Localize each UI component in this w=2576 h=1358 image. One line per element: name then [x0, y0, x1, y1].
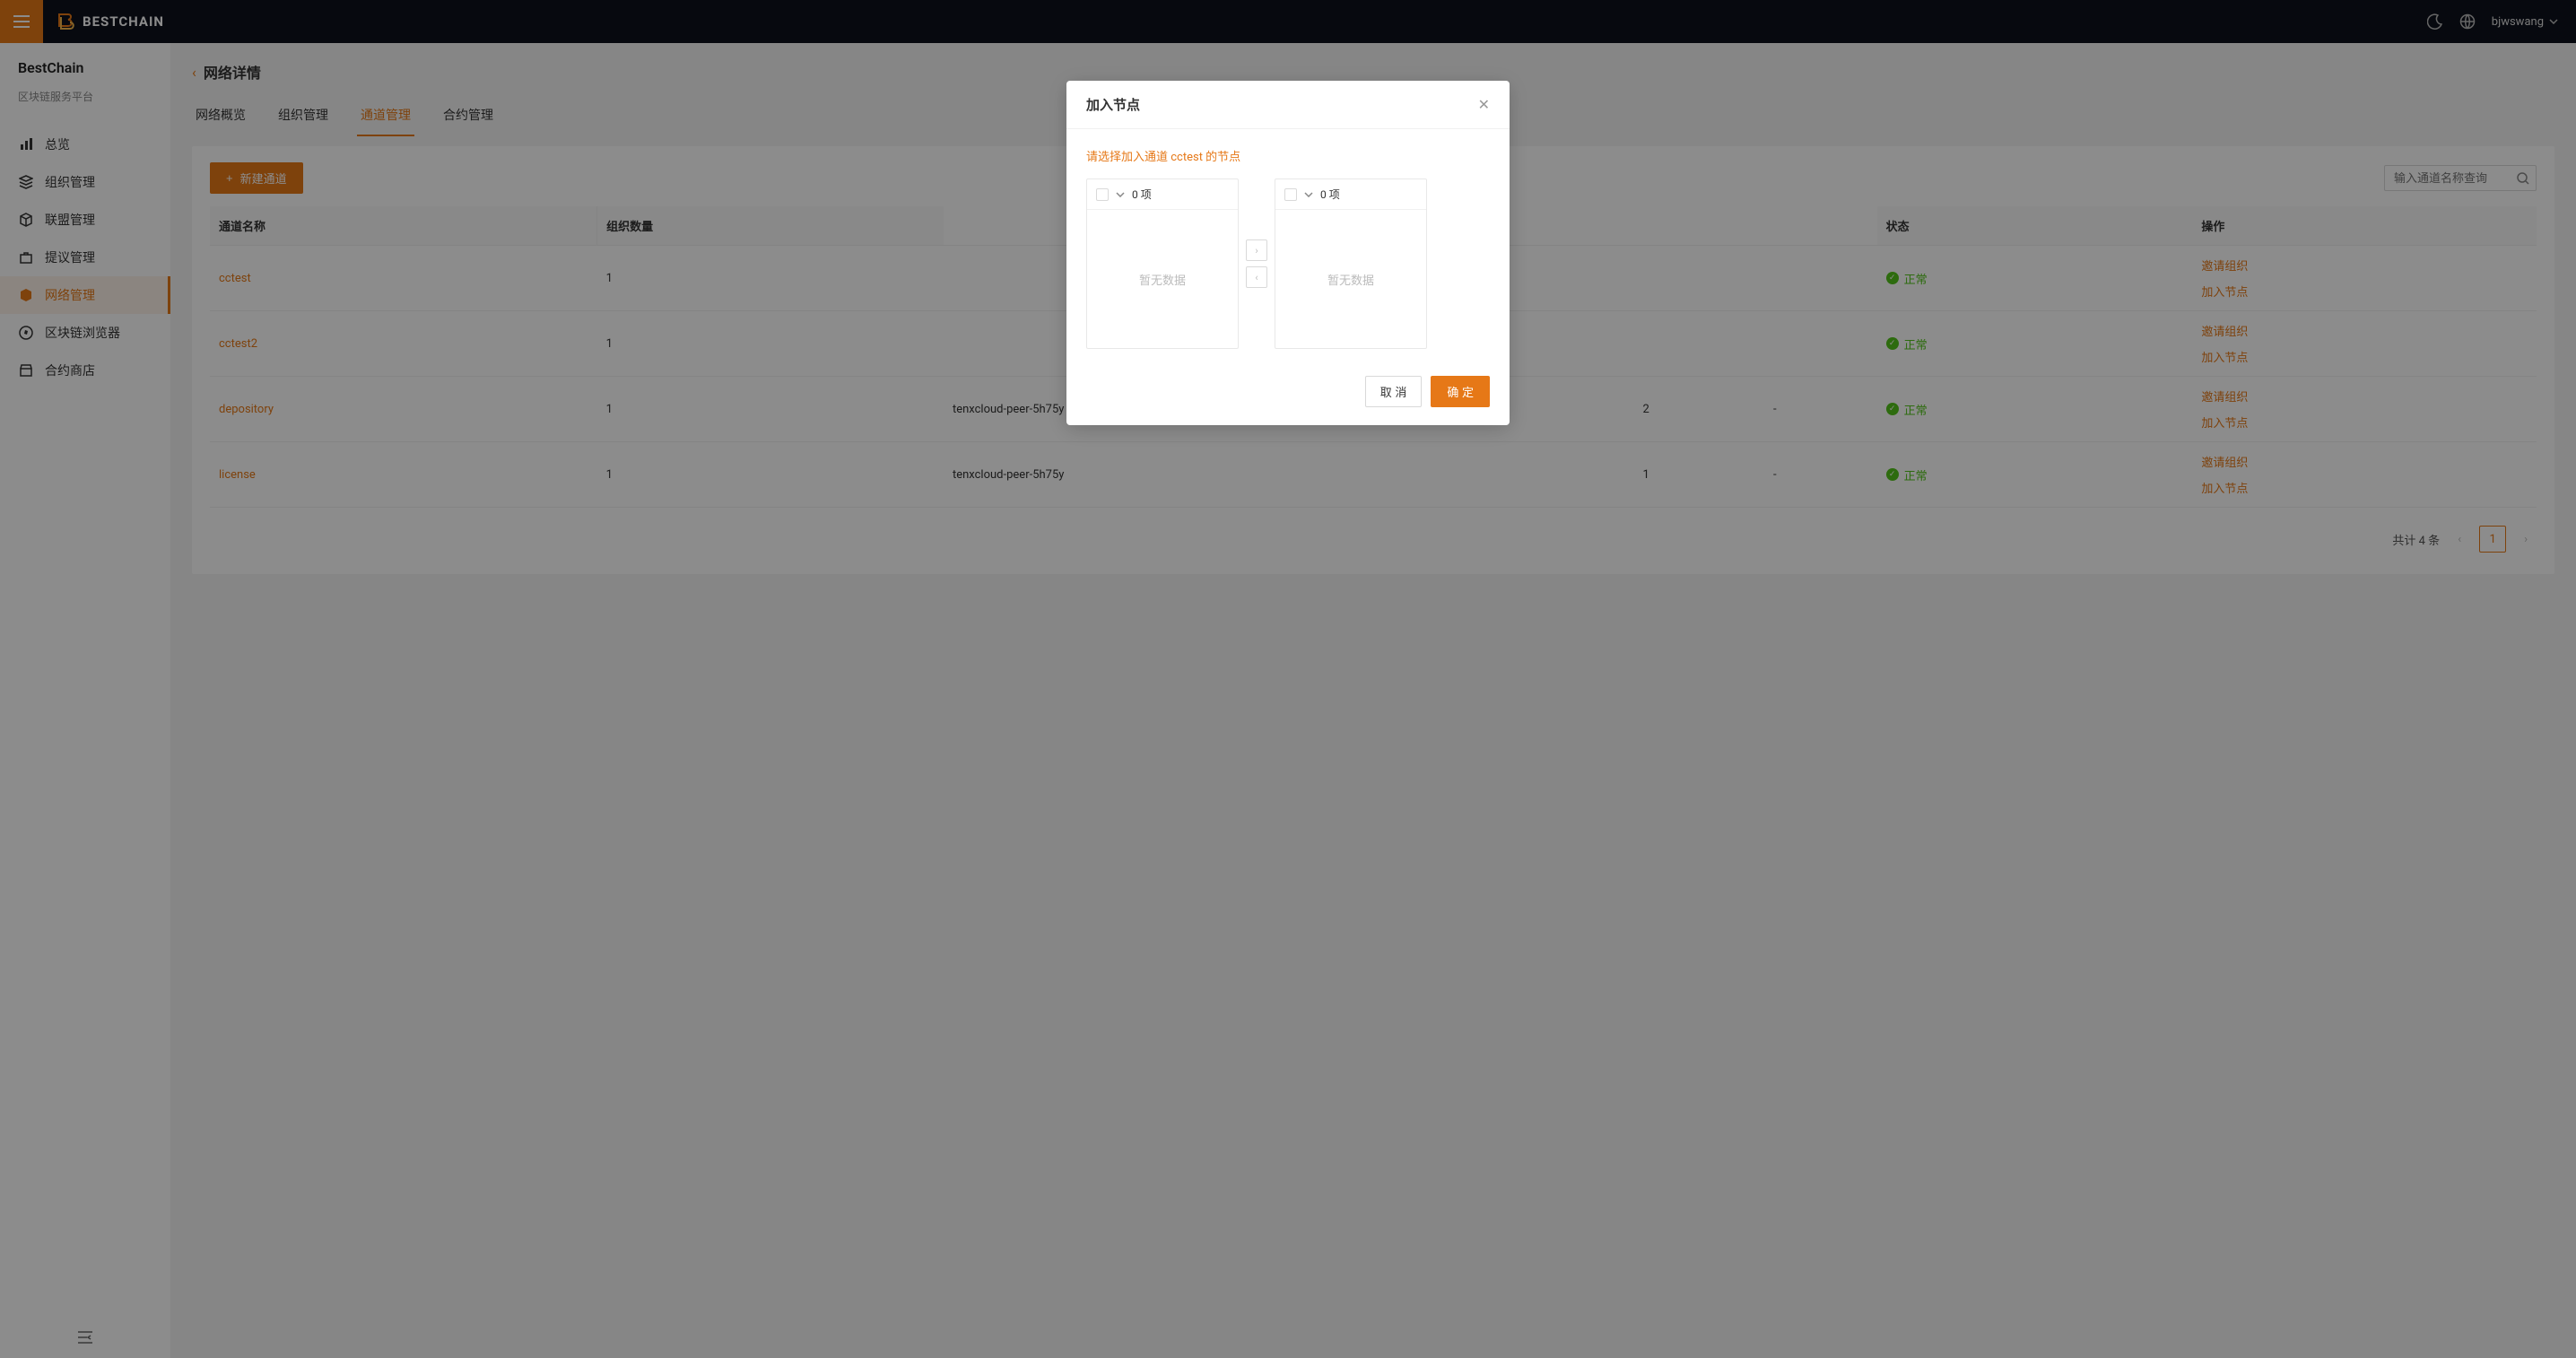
modal-confirm-button[interactable]: 确 定: [1431, 376, 1490, 407]
transfer-target: 0 项 暂无数据: [1275, 178, 1427, 349]
transfer-widget: 0 项 暂无数据 › ‹ 0 项 暂无数据: [1086, 178, 1490, 349]
transfer-left-button[interactable]: ‹: [1246, 266, 1267, 288]
modal-cancel-button[interactable]: 取 消: [1365, 376, 1423, 407]
transfer-target-count: 0 项: [1320, 187, 1340, 202]
transfer-target-empty: 暂无数据: [1275, 210, 1426, 348]
transfer-source: 0 项 暂无数据: [1086, 178, 1239, 349]
transfer-source-checkbox[interactable]: [1096, 188, 1109, 201]
transfer-target-checkbox[interactable]: [1284, 188, 1297, 201]
transfer-source-empty: 暂无数据: [1087, 210, 1238, 348]
transfer-right-button[interactable]: ›: [1246, 239, 1267, 261]
chevron-down-icon[interactable]: [1116, 192, 1125, 197]
modal-overlay[interactable]: 加入节点 ✕ 请选择加入通道 cctest 的节点 0 项 暂无数据 › ‹: [0, 0, 2576, 1358]
chevron-down-icon[interactable]: [1304, 192, 1313, 197]
modal-hint: 请选择加入通道 cctest 的节点: [1086, 147, 1490, 164]
transfer-source-count: 0 项: [1132, 187, 1152, 202]
modal-title: 加入节点: [1086, 95, 1478, 114]
modal-close-button[interactable]: ✕: [1478, 96, 1490, 113]
join-node-modal: 加入节点 ✕ 请选择加入通道 cctest 的节点 0 项 暂无数据 › ‹: [1066, 81, 1510, 425]
